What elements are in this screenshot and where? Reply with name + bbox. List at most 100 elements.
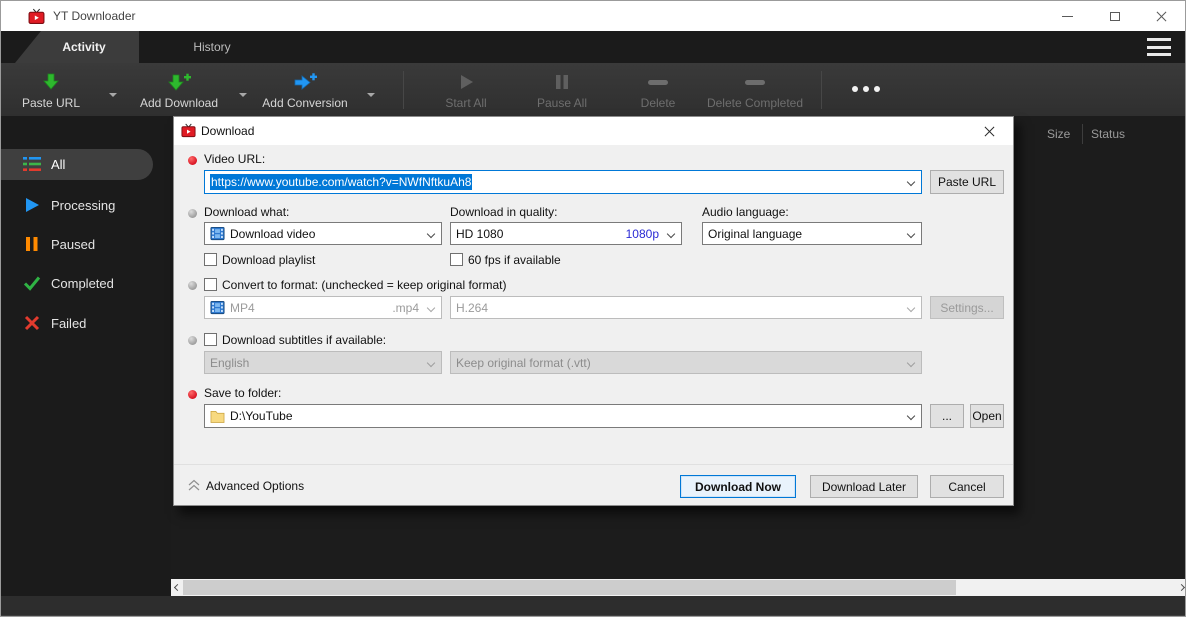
save-folder-value: D:\YouTube	[230, 409, 293, 423]
toolbar: Paste URL Add Download Add Conversion St…	[1, 63, 1185, 116]
add-download-label: Add Download	[140, 96, 218, 110]
toolbar-separator	[403, 71, 404, 109]
bottom-status-bar	[1, 596, 1185, 617]
convert-codec-select[interactable]: H.264	[450, 296, 922, 319]
open-folder-button[interactable]: Open	[970, 404, 1004, 428]
sidebar-item-paused[interactable]: Paused	[1, 229, 161, 259]
convert-codec-value: H.264	[456, 301, 488, 315]
delete-completed-button[interactable]: Delete Completed	[701, 63, 809, 116]
delete-button[interactable]: Delete	[611, 63, 705, 116]
convert-checkbox[interactable]	[204, 278, 217, 291]
dialog-close-icon[interactable]	[973, 117, 1005, 145]
cancel-button[interactable]: Cancel	[930, 475, 1004, 498]
chevron-down-icon	[667, 230, 675, 238]
settings-label: Settings...	[940, 301, 993, 315]
tab-history[interactable]: History	[153, 31, 271, 63]
column-header-status[interactable]: Status	[1091, 127, 1125, 141]
convert-label: Convert to format: (unchecked = keep ori…	[222, 278, 506, 292]
tab-bar: Activity History	[1, 31, 1185, 63]
subtitles-language-select[interactable]: English	[204, 351, 442, 374]
pause-all-label: Pause All	[537, 96, 587, 110]
tab-activity[interactable]: Activity	[15, 31, 139, 63]
fps-checkbox[interactable]	[450, 253, 463, 266]
sidebar-item-failed[interactable]: Failed	[1, 308, 161, 338]
play-icon	[456, 70, 476, 94]
video-url-label: Video URL:	[204, 152, 265, 166]
add-conversion-dropdown[interactable]	[357, 63, 385, 116]
fps-label: 60 fps if available	[468, 253, 561, 267]
cancel-label: Cancel	[948, 480, 985, 494]
convert-format-select[interactable]: MP4 .mp4	[204, 296, 442, 319]
play-icon	[23, 196, 41, 214]
close-button[interactable]	[1138, 1, 1185, 31]
dialog-titlebar: Download	[174, 117, 1013, 145]
menu-hamburger-icon[interactable]	[1147, 38, 1171, 56]
sidebar-item-completed[interactable]: Completed	[1, 268, 161, 298]
required-dot-icon	[188, 390, 197, 399]
delete-label: Delete	[641, 96, 676, 110]
column-header-size[interactable]: Size	[1047, 127, 1070, 141]
minimize-button[interactable]	[1044, 1, 1091, 31]
quality-select[interactable]: HD 1080 1080p	[450, 222, 682, 245]
optional-dot-icon	[188, 209, 197, 218]
film-icon	[210, 226, 225, 241]
pause-all-button[interactable]: Pause All	[515, 63, 609, 116]
chevron-down-icon	[109, 93, 117, 97]
sidebar-item-processing[interactable]: Processing	[1, 190, 161, 220]
download-playlist-checkbox[interactable]	[204, 253, 217, 266]
convert-ext: .mp4	[392, 301, 419, 315]
chevron-down-icon	[367, 93, 375, 97]
save-folder-input[interactable]: D:\YouTube	[204, 404, 922, 428]
chevron-down-icon	[427, 230, 435, 238]
subtitles-language-value: English	[210, 356, 249, 370]
scroll-right-icon[interactable]	[1175, 579, 1186, 596]
tab-activity-label: Activity	[62, 40, 105, 54]
sidebar-item-label: Processing	[51, 198, 115, 213]
sidebar-item-label: Completed	[51, 276, 114, 291]
chevron-down-icon	[907, 412, 915, 420]
quality-badge: 1080p	[626, 227, 659, 241]
audio-language-select[interactable]: Original language	[702, 222, 922, 245]
chevron-down-icon	[427, 304, 435, 312]
sidebar-item-label: All	[51, 157, 65, 172]
add-conversion-button[interactable]: Add Conversion	[253, 63, 357, 116]
audio-language-label: Audio language:	[702, 205, 789, 219]
blue-right-arrow-plus-icon	[292, 70, 318, 94]
window-title: YT Downloader	[53, 9, 136, 23]
quality-value: HD 1080	[456, 227, 503, 241]
download-later-button[interactable]: Download Later	[810, 475, 918, 498]
download-now-button[interactable]: Download Now	[680, 475, 796, 498]
double-chevron-up-icon[interactable]	[186, 477, 202, 493]
scroll-left-icon[interactable]	[171, 579, 183, 596]
save-folder-label: Save to folder:	[204, 386, 281, 400]
download-what-select[interactable]: Download video	[204, 222, 442, 245]
chevron-down-icon	[907, 359, 915, 367]
paste-url-button[interactable]: Paste URL	[7, 63, 95, 116]
subtitles-format-select[interactable]: Keep original format (.vtt)	[450, 351, 922, 374]
subtitles-format-value: Keep original format (.vtt)	[456, 356, 591, 370]
add-download-button[interactable]: Add Download	[129, 63, 229, 116]
sidebar-item-all[interactable]: All	[1, 149, 161, 179]
horizontal-scrollbar[interactable]	[171, 579, 1186, 596]
paste-url-dropdown[interactable]	[99, 63, 127, 116]
pause-icon	[554, 70, 570, 94]
video-url-input[interactable]: https://www.youtube.com/watch?v=NWfNftku…	[204, 170, 922, 194]
download-dialog: Download Video URL: https://www.youtube.…	[173, 116, 1014, 506]
maximize-button[interactable]	[1091, 1, 1138, 31]
open-folder-label: Open	[972, 409, 1001, 423]
download-what-label: Download what:	[204, 205, 289, 219]
download-what-value: Download video	[230, 227, 315, 241]
dialog-tv-icon	[181, 123, 196, 138]
scrollbar-thumb[interactable]	[183, 580, 956, 595]
subtitles-checkbox[interactable]	[204, 333, 217, 346]
x-icon	[23, 314, 41, 332]
three-dots-icon	[852, 86, 880, 92]
green-down-arrow-plus-icon	[166, 70, 192, 94]
start-all-button[interactable]: Start All	[419, 63, 513, 116]
more-button[interactable]	[835, 63, 897, 116]
advanced-options-toggle[interactable]: Advanced Options	[206, 479, 304, 493]
chevron-down-icon	[239, 93, 247, 97]
settings-button[interactable]: Settings...	[930, 296, 1004, 319]
browse-folder-button[interactable]: ...	[930, 404, 964, 428]
paste-url-dialog-button[interactable]: Paste URL	[930, 170, 1004, 194]
